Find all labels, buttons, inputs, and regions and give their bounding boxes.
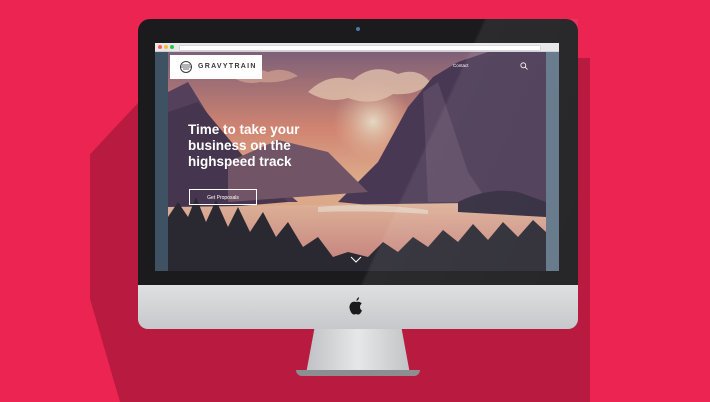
get-proposals-button[interactable]: Get Proposals (189, 189, 257, 205)
headline-line-1: Time to take your (188, 122, 300, 137)
camera-dot (356, 27, 360, 31)
monitor-screen: GRAVYTRAIN Contact Time to take your bus… (155, 43, 559, 271)
brand-logo[interactable]: GRAVYTRAIN (170, 55, 262, 79)
monitor-stand-base (296, 370, 420, 376)
nav-item-contact[interactable]: Contact (453, 63, 469, 68)
maximize-dot[interactable] (170, 45, 174, 49)
hero-headline: Time to take your business on the highsp… (188, 122, 358, 170)
apple-logo-icon (349, 297, 362, 315)
right-gutter (546, 52, 559, 271)
search-icon[interactable] (520, 62, 528, 70)
address-bar[interactable] (179, 44, 541, 51)
train-logo-icon (180, 61, 192, 73)
headline-line-3: highspeed track (188, 154, 292, 169)
left-gutter (155, 52, 168, 271)
close-dot[interactable] (158, 45, 162, 49)
browser-chrome (155, 43, 559, 52)
hero-section: GRAVYTRAIN Contact Time to take your bus… (168, 52, 546, 271)
brand-name: GRAVYTRAIN (198, 63, 257, 70)
minimize-dot[interactable] (164, 45, 168, 49)
headline-line-2: business on the (188, 138, 291, 153)
webpage: GRAVYTRAIN Contact Time to take your bus… (155, 52, 559, 271)
monitor-stand (306, 329, 410, 374)
chevron-down-icon[interactable] (350, 256, 362, 264)
